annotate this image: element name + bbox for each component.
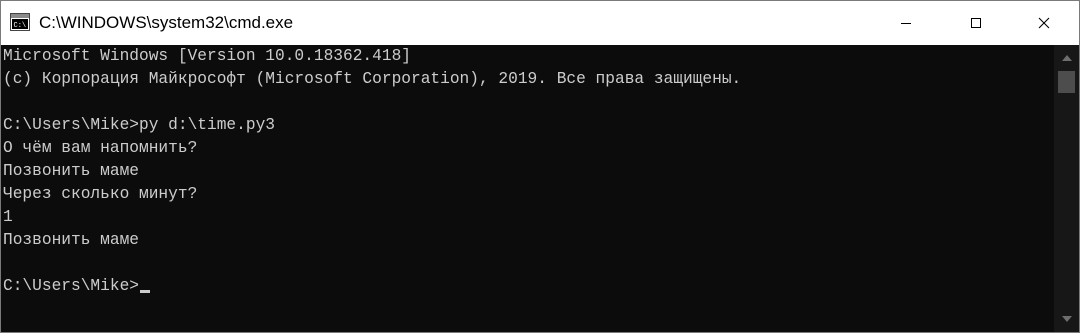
- console-line-prompt-minutes: Через сколько минут?: [3, 185, 198, 203]
- scroll-thumb[interactable]: [1058, 71, 1075, 93]
- maximize-icon: [971, 18, 981, 28]
- scroll-down-arrow-icon: [1061, 316, 1072, 322]
- svg-text:C:\: C:\: [14, 22, 27, 30]
- close-icon: [1038, 17, 1050, 29]
- console-output[interactable]: Microsoft Windows [Version 10.0.18362.41…: [1, 45, 1053, 332]
- console-prompt-line[interactable]: C:\Users\Mike>: [3, 275, 150, 298]
- title-bar[interactable]: C:\ C:\WINDOWS\system32\cmd.exe: [1, 1, 1079, 45]
- close-button[interactable]: [1009, 1, 1079, 45]
- scroll-down-button[interactable]: [1054, 308, 1079, 330]
- cmd-icon[interactable]: C:\: [10, 13, 30, 31]
- console-prompt: C:\Users\Mike>: [3, 277, 139, 295]
- scroll-up-arrow-icon: [1061, 55, 1072, 61]
- minimize-icon: [901, 23, 911, 24]
- console-line-input-reminder: Позвонить маме: [3, 162, 139, 180]
- console-line-reminder-output: Позвонить маме: [3, 231, 139, 249]
- maximize-button[interactable]: [941, 1, 1011, 45]
- console-line-version: Microsoft Windows [Version 10.0.18362.41…: [3, 47, 411, 65]
- scroll-up-button[interactable]: [1054, 47, 1079, 69]
- console-line-copyright: (c) Корпорация Майкрософт (Microsoft Cor…: [3, 70, 742, 88]
- vertical-scrollbar[interactable]: [1054, 45, 1079, 332]
- minimize-button[interactable]: [871, 1, 941, 45]
- console-line-prompt-question: О чём вам напомнить?: [3, 139, 198, 157]
- text-cursor: [140, 290, 150, 293]
- window-title: C:\WINDOWS\system32\cmd.exe: [39, 13, 294, 32]
- cmd-window: C:\ C:\WINDOWS\system32\cmd.exe Microsof…: [0, 0, 1080, 333]
- console-line-input-minutes: 1: [3, 208, 13, 226]
- console-line-command: C:\Users\Mike>py d:\time.py3: [3, 116, 275, 134]
